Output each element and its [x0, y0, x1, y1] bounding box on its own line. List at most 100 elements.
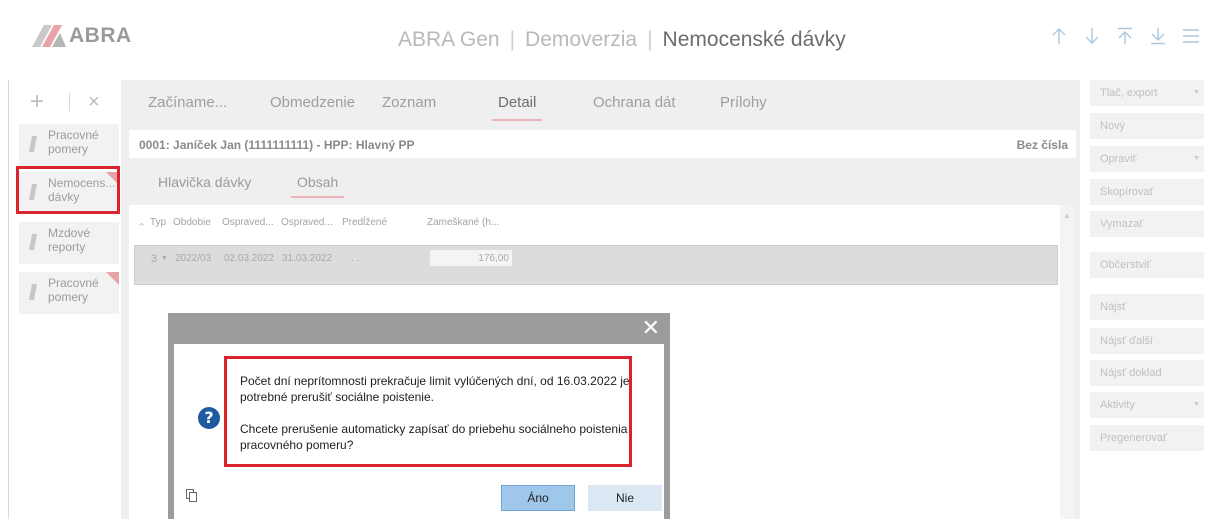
sidebar-item-pracovne-pomery-2[interactable]: Pracovné pomery: [19, 272, 119, 314]
sidebar-item-nemocenske-davky[interactable]: Nemocens... dávky: [19, 172, 119, 214]
modified-flag: [106, 172, 119, 185]
new-button[interactable]: Nový: [1090, 113, 1204, 139]
refresh-button[interactable]: Občerstviť: [1090, 252, 1204, 278]
arrow-down-icon[interactable]: [1082, 24, 1102, 48]
action-label: Nájsť: [1100, 301, 1127, 313]
cell-obdobie: 2022/03: [175, 253, 212, 264]
delete-button[interactable]: Vymazať: [1090, 211, 1204, 237]
action-label: Aktivity: [1100, 399, 1135, 411]
scroll-up-icon[interactable]: ▲: [1063, 211, 1071, 220]
grid-header: ⌃ Typ Obdobie Ospraved... Ospraved... Pr…: [129, 213, 1074, 234]
edition-label: Demoverzia: [525, 28, 638, 51]
dialog-body: ? Počet dní neprítomnosti prekračuje lim…: [174, 344, 664, 519]
subtab-obsah[interactable]: Obsah: [290, 174, 345, 198]
column-header[interactable]: Typ: [150, 217, 166, 228]
chevron-down-icon[interactable]: ▼: [161, 255, 168, 262]
tab-ochrana-dat[interactable]: Ochrana dát: [593, 94, 676, 111]
sidebar-action-divider: [69, 93, 70, 111]
right-action-panel: Tlač, export ▼ Nový Opraviť ▼ Skopírovať V…: [1090, 80, 1207, 519]
hamburger-menu-icon[interactable]: [1181, 24, 1201, 48]
close-icon[interactable]: ×: [88, 90, 100, 114]
cell-zameskane: 176,00: [430, 250, 512, 266]
dialog-message-line: Počet dní neprítomnosti prekračuje limit…: [240, 374, 630, 404]
column-header[interactable]: Ospraved...: [281, 217, 333, 228]
sidebar-item-label: Pracovné pomery: [48, 128, 99, 156]
sidebar-item-pracovne-pomery[interactable]: Pracovné pomery: [19, 124, 119, 166]
main-tabs: Začíname... Obmedzenie Zoznam Detail Och…: [121, 80, 1080, 126]
chevron-down-icon: ▼: [1193, 155, 1200, 162]
action-label: Pregenerovať: [1100, 432, 1168, 444]
action-label: Skopírovať: [1100, 186, 1154, 198]
activities-button[interactable]: Aktivity ▼: [1090, 392, 1204, 418]
tab-zoznam[interactable]: Zoznam: [382, 94, 436, 111]
record-title: 0001: Janíček Jan (1111111111) - HPP: Hl…: [139, 138, 415, 152]
arrow-up-icon[interactable]: [1049, 24, 1069, 48]
find-button[interactable]: Nájsť: [1090, 294, 1204, 320]
tab-zaciname[interactable]: Začíname...: [148, 94, 227, 111]
column-header[interactable]: Predĺžené: [342, 217, 387, 228]
detail-subtabs: Hlavička dávky Obsah: [121, 164, 1080, 200]
column-header[interactable]: Ospraved...: [222, 217, 274, 228]
document-icon: [29, 136, 37, 152]
cell-ospravedlnene-od: 02.03.2022: [224, 253, 275, 264]
tab-detail[interactable]: Detail: [491, 94, 543, 121]
subtab-hlavicka-davky[interactable]: Hlavička dávky: [158, 174, 251, 190]
document-icon: [29, 234, 37, 250]
action-label: Nový: [1100, 120, 1126, 132]
cell-ospravedlnene-do: 31.03.2022: [282, 253, 333, 264]
column-header[interactable]: Zameškané (h...: [427, 217, 499, 228]
close-icon[interactable]: ✕: [642, 317, 660, 339]
yes-button[interactable]: Áno: [501, 485, 575, 511]
title-separator: |: [647, 28, 653, 51]
abra-logo-icon: [32, 25, 66, 47]
record-number-status: Bez čísla: [1016, 138, 1068, 152]
table-row[interactable]: 3 ▼ 2022/03 02.03.2022 31.03.2022 . . 17…: [134, 245, 1058, 285]
action-label: Občerstviť: [1100, 259, 1151, 271]
action-label: Opraviť: [1100, 153, 1137, 165]
chevron-down-icon: ▼: [1193, 89, 1200, 96]
left-sidebar: + × Pracovné pomery Nemocens... dávky Mz…: [8, 80, 119, 519]
find-document-button[interactable]: Nájsť doklad: [1090, 360, 1204, 386]
regenerate-button[interactable]: Pregenerovať: [1090, 425, 1204, 451]
module-title: Nemocenské dávky: [662, 28, 846, 51]
arrow-to-bottom-icon[interactable]: [1148, 24, 1168, 48]
dialog-message-line: Chcete prerušenie automaticky zapísať do…: [240, 422, 628, 452]
cell-predlzene: . .: [351, 253, 360, 264]
collapse-chevron-icon[interactable]: ⌃: [137, 221, 147, 234]
sidebar-actions: + ×: [27, 90, 100, 114]
document-icon: [29, 284, 37, 300]
find-next-button[interactable]: Nájsť ďalší: [1090, 328, 1204, 354]
app-header: ABRA ABRA Gen | Demoverzia | Nemocenské …: [0, 0, 1207, 78]
action-label: Nájsť ďalší: [1100, 335, 1154, 347]
column-header[interactable]: Obdobie: [173, 217, 211, 228]
title-separator: |: [509, 28, 516, 51]
abra-logo: ABRA: [32, 22, 132, 50]
record-navigation: [1049, 24, 1201, 48]
action-label: Nájsť doklad: [1100, 367, 1162, 379]
sidebar-item-mzdove-reporty[interactable]: Mzdové reporty: [19, 222, 119, 264]
copy-icon[interactable]: [186, 489, 197, 505]
question-icon: ?: [198, 407, 220, 429]
sidebar-item-label: Pracovné pomery: [48, 276, 99, 304]
grid-scrollbar[interactable]: ▲: [1060, 205, 1074, 519]
action-label: Tlač, export: [1100, 87, 1158, 99]
no-button[interactable]: Nie: [588, 485, 662, 511]
record-info-bar: 0001: Janíček Jan (1111111111) - HPP: Hl…: [129, 130, 1076, 158]
document-icon: [29, 184, 37, 200]
dialog-message: Počet dní neprítomnosti prekračuje limit…: [240, 373, 640, 453]
add-icon[interactable]: +: [27, 90, 47, 114]
confirmation-dialog: ✕ ? Počet dní neprítomnosti prekračuje l…: [168, 313, 670, 519]
arrow-to-top-icon[interactable]: [1115, 24, 1135, 48]
edit-button[interactable]: Opraviť ▼: [1090, 146, 1204, 172]
modified-flag: [106, 272, 119, 285]
action-label: Vymazať: [1100, 218, 1144, 230]
app-name: ABRA Gen: [398, 28, 500, 51]
tab-obmedzenie[interactable]: Obmedzenie: [270, 94, 355, 111]
sidebar-item-label: Mzdové reporty: [48, 226, 91, 254]
copy-button[interactable]: Skopírovať: [1090, 179, 1204, 205]
print-export-button[interactable]: Tlač, export ▼: [1090, 80, 1204, 106]
app-title: ABRA Gen | Demoverzia | Nemocenské dávky: [398, 28, 846, 52]
chevron-down-icon: ▼: [1193, 401, 1200, 408]
tab-prilohy[interactable]: Prílohy: [720, 94, 767, 111]
cell-typ[interactable]: 3: [151, 253, 157, 265]
